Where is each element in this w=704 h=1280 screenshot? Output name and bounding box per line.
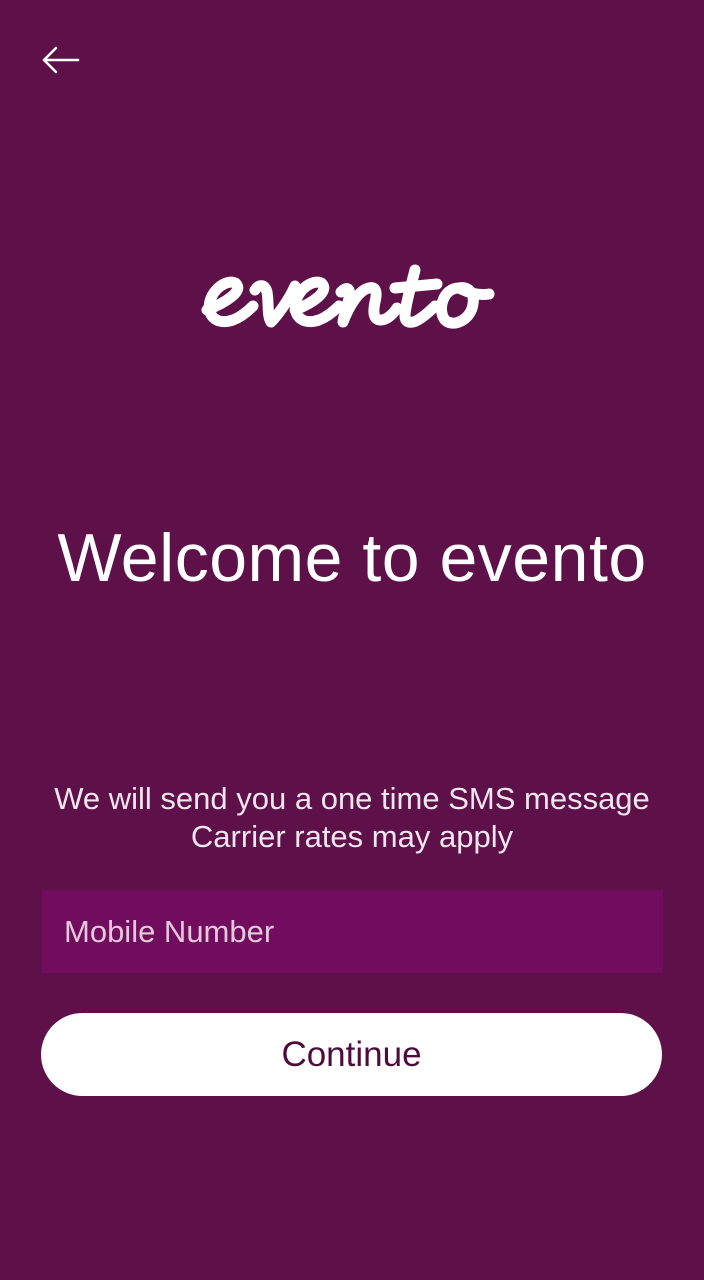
sms-info-line-2: Carrier rates may apply bbox=[190, 819, 514, 854]
sms-info-text: We will send you a one time SMS message … bbox=[0, 780, 704, 856]
arrow-left-icon bbox=[42, 46, 80, 74]
evento-logo bbox=[0, 230, 704, 350]
continue-button[interactable]: Continue bbox=[41, 1013, 662, 1096]
mobile-number-input[interactable] bbox=[42, 890, 663, 973]
welcome-title: Welcome to evento bbox=[57, 520, 647, 596]
evento-logo-mark bbox=[201, 264, 495, 329]
sms-info-line-1: We will send you a one time SMS message bbox=[54, 781, 650, 816]
back-button[interactable] bbox=[36, 40, 84, 80]
